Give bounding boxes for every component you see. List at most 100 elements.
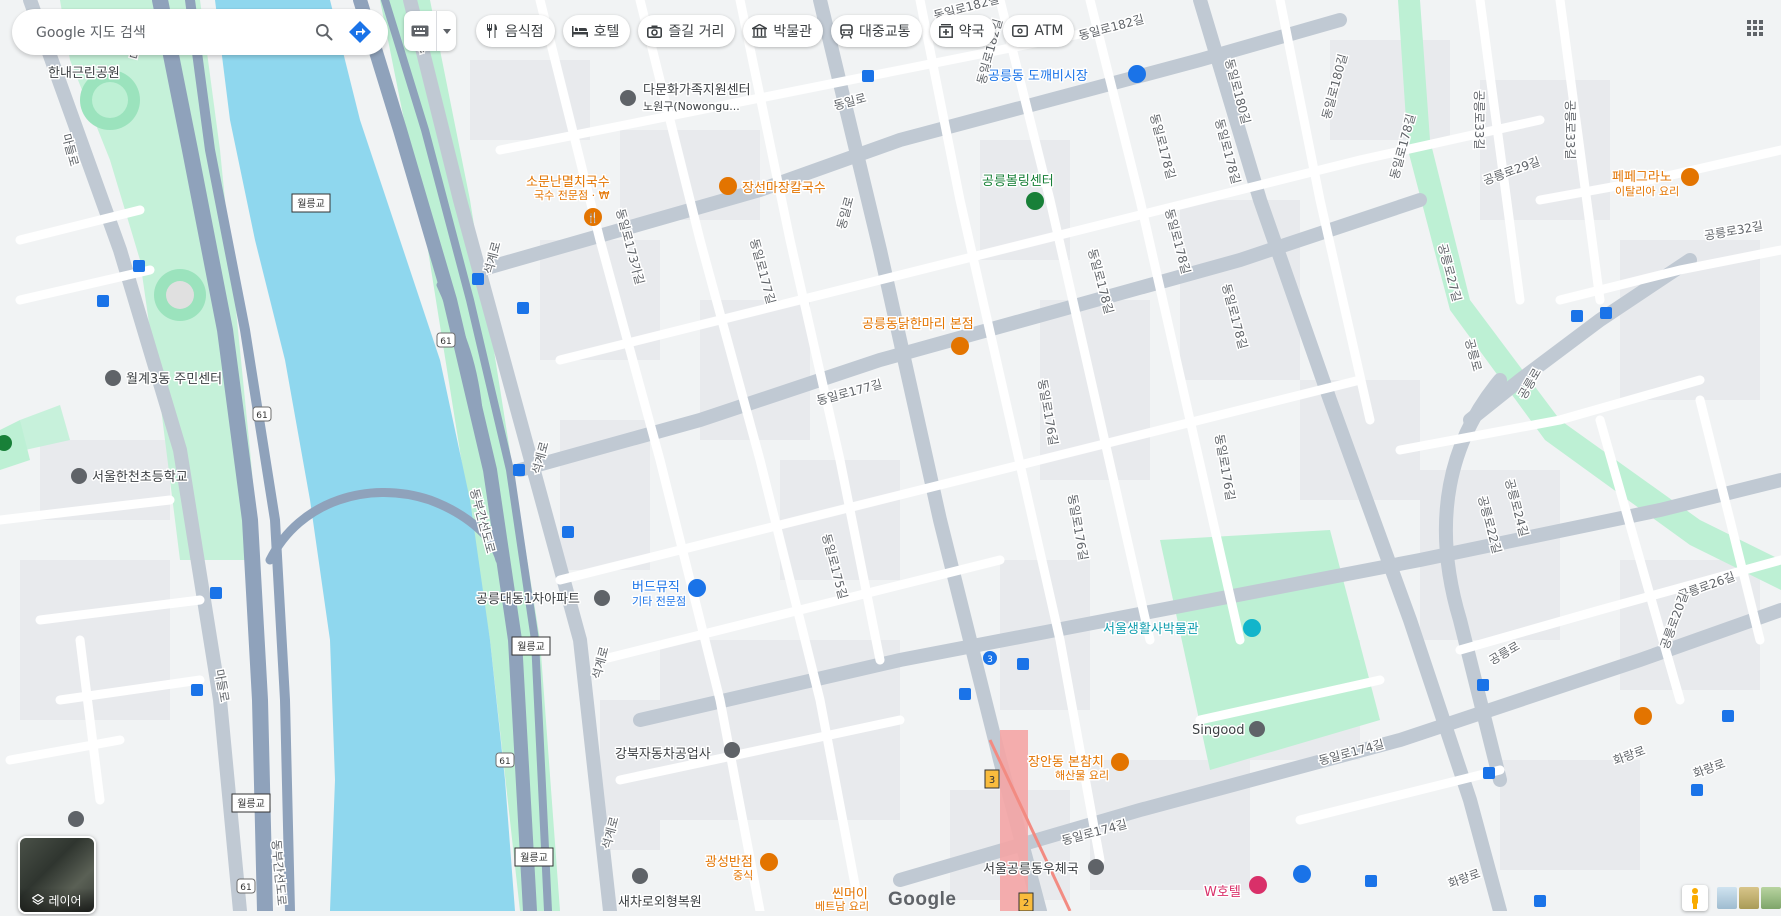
chip-hotels[interactable]: 호텔 bbox=[562, 15, 631, 47]
shopping-pin-icon bbox=[1128, 65, 1146, 83]
bus-stop-icon bbox=[1365, 875, 1377, 887]
keyboard-icon bbox=[411, 25, 429, 37]
chip-label: 약국 bbox=[958, 24, 985, 40]
place-label: 공릉동 도깨비시장 bbox=[988, 69, 1088, 84]
place-pin-icon bbox=[1249, 721, 1265, 737]
layers-label-row: 레이어 bbox=[20, 888, 94, 912]
hotel-pin-icon bbox=[1249, 876, 1267, 894]
chip-things-to-do[interactable]: 즐길 거리 bbox=[638, 15, 736, 47]
imagery-thumbnails[interactable] bbox=[1717, 887, 1781, 909]
keyboard-button[interactable] bbox=[404, 25, 436, 37]
bus-stop-icon bbox=[1571, 310, 1583, 322]
restaurant-pin-icon bbox=[719, 177, 737, 195]
chip-atm[interactable]: ATM bbox=[1003, 15, 1075, 47]
chip-pharmacies[interactable]: 약국 bbox=[929, 15, 996, 47]
search-box[interactable]: Google 지도 검색 bbox=[12, 9, 388, 55]
place-pin-icon bbox=[620, 90, 636, 106]
place-pin-icon bbox=[594, 590, 610, 606]
place-label: 공릉대동1차아파트 bbox=[476, 592, 580, 607]
search-input[interactable]: Google 지도 검색 bbox=[12, 22, 306, 42]
sports-pin-icon bbox=[1026, 192, 1044, 210]
search-button[interactable] bbox=[306, 14, 342, 50]
search-icon bbox=[316, 24, 333, 41]
line-3-label: 3 bbox=[989, 775, 995, 786]
camera-icon bbox=[647, 25, 663, 38]
chip-label: 대중교통 bbox=[859, 24, 911, 40]
layers-icon bbox=[32, 894, 45, 905]
chip-label: 즐길 거리 bbox=[668, 24, 725, 40]
place-label: 해산물 요리 bbox=[1055, 768, 1109, 782]
place-label: 서울공릉동우체국 bbox=[983, 862, 1079, 877]
place-label: W호텔 bbox=[1204, 885, 1241, 900]
thumbnail[interactable] bbox=[1739, 887, 1759, 909]
input-tools-dropdown[interactable] bbox=[437, 28, 456, 34]
directions-icon bbox=[349, 21, 371, 43]
bus-stop-icon bbox=[959, 688, 971, 700]
chip-transit[interactable]: 대중교통 bbox=[831, 15, 922, 47]
restaurant-pin-icon bbox=[1681, 168, 1699, 186]
bus-stop-icon bbox=[97, 295, 109, 307]
transit-icon bbox=[840, 23, 853, 39]
svg-text:🍴: 🍴 bbox=[587, 211, 599, 224]
restaurant-pin-icon bbox=[1111, 753, 1129, 771]
shopping-pin-icon bbox=[688, 579, 706, 597]
fork-knife-icon bbox=[487, 24, 497, 38]
pegman-icon bbox=[1692, 888, 1698, 909]
place-label: 베트남 요리 bbox=[815, 900, 869, 911]
category-chips: 음식점 호텔 즐길 거리 박물관 대중교통 약국 ATM bbox=[476, 15, 1075, 47]
place-label: 페페그라노 bbox=[1612, 170, 1672, 185]
place-label: 노원구(Nowongu... bbox=[643, 100, 740, 113]
layers-button[interactable]: 레이어 bbox=[18, 836, 96, 914]
place-label: Singood bbox=[1192, 723, 1245, 738]
place-label: 광성반점 bbox=[705, 855, 753, 870]
place-pin-icon bbox=[724, 742, 740, 758]
bus-stop-icon bbox=[133, 260, 145, 272]
place-label: 중식 bbox=[733, 869, 753, 882]
route-61-label: 61 bbox=[256, 411, 267, 421]
layers-label: 레이어 bbox=[48, 893, 82, 908]
place-label: 한내근린공원 bbox=[48, 66, 120, 81]
restaurant-pin-icon bbox=[760, 853, 778, 871]
chevron-down-icon bbox=[442, 28, 451, 34]
school-pin-icon bbox=[71, 468, 87, 484]
pegman-button[interactable] bbox=[1682, 885, 1708, 911]
thumbnail[interactable] bbox=[1761, 887, 1781, 909]
thumbnail[interactable] bbox=[1717, 887, 1737, 909]
chip-label: 박물관 bbox=[773, 24, 813, 40]
bus-stop-icon bbox=[1483, 767, 1495, 779]
google-logo-text: Google bbox=[888, 889, 957, 910]
place-pin-icon bbox=[1293, 865, 1311, 883]
input-tools[interactable] bbox=[404, 11, 456, 51]
pharmacy-icon bbox=[938, 24, 953, 38]
place-label: 강북자동차공업사 bbox=[615, 747, 711, 762]
place-label: 공릉볼링센터 bbox=[982, 174, 1054, 189]
museum-icon bbox=[752, 24, 768, 38]
place-label: 월계3동 주민센터 bbox=[126, 372, 222, 387]
chip-museums[interactable]: 박물관 bbox=[743, 15, 824, 47]
route-61-label: 61 bbox=[499, 757, 510, 767]
bus-stop-icon bbox=[562, 526, 574, 538]
line-3-badge: 3 bbox=[987, 655, 993, 665]
google-logo: Google bbox=[888, 889, 956, 911]
restaurant-pin-icon bbox=[1634, 707, 1652, 725]
bridge-label: 월릉교 bbox=[237, 798, 265, 810]
route-61-label: 61 bbox=[440, 337, 451, 347]
place-pin-icon bbox=[632, 868, 648, 884]
bus-stop-icon bbox=[1017, 658, 1029, 670]
bridge-label: 월릉교 bbox=[517, 641, 545, 653]
place-label: 장선마장칼국수 bbox=[742, 181, 826, 196]
chip-label: ATM bbox=[1034, 23, 1064, 39]
place-label: 버드뮤직 bbox=[632, 580, 680, 595]
directions-button[interactable] bbox=[342, 14, 378, 50]
museum-pin-icon bbox=[1243, 619, 1261, 637]
place-label: 공릉동닭한마리 본점 bbox=[862, 317, 974, 332]
map-canvas[interactable]: 61 61 61 61 월릉교 월릉교 월릉교 월릉교 동부간선도로 동부간선도… bbox=[0, 0, 1781, 911]
place-label: 기타 전문점 bbox=[632, 595, 686, 608]
bus-stop-icon bbox=[1600, 307, 1612, 319]
apps-grid-icon[interactable] bbox=[1743, 16, 1767, 40]
place-pin-icon bbox=[105, 370, 121, 386]
bus-stop-icon bbox=[513, 464, 525, 476]
place-label: 서울한천초등학교 bbox=[92, 470, 188, 485]
place-pin-icon bbox=[68, 811, 84, 827]
chip-restaurants[interactable]: 음식점 bbox=[476, 15, 555, 47]
